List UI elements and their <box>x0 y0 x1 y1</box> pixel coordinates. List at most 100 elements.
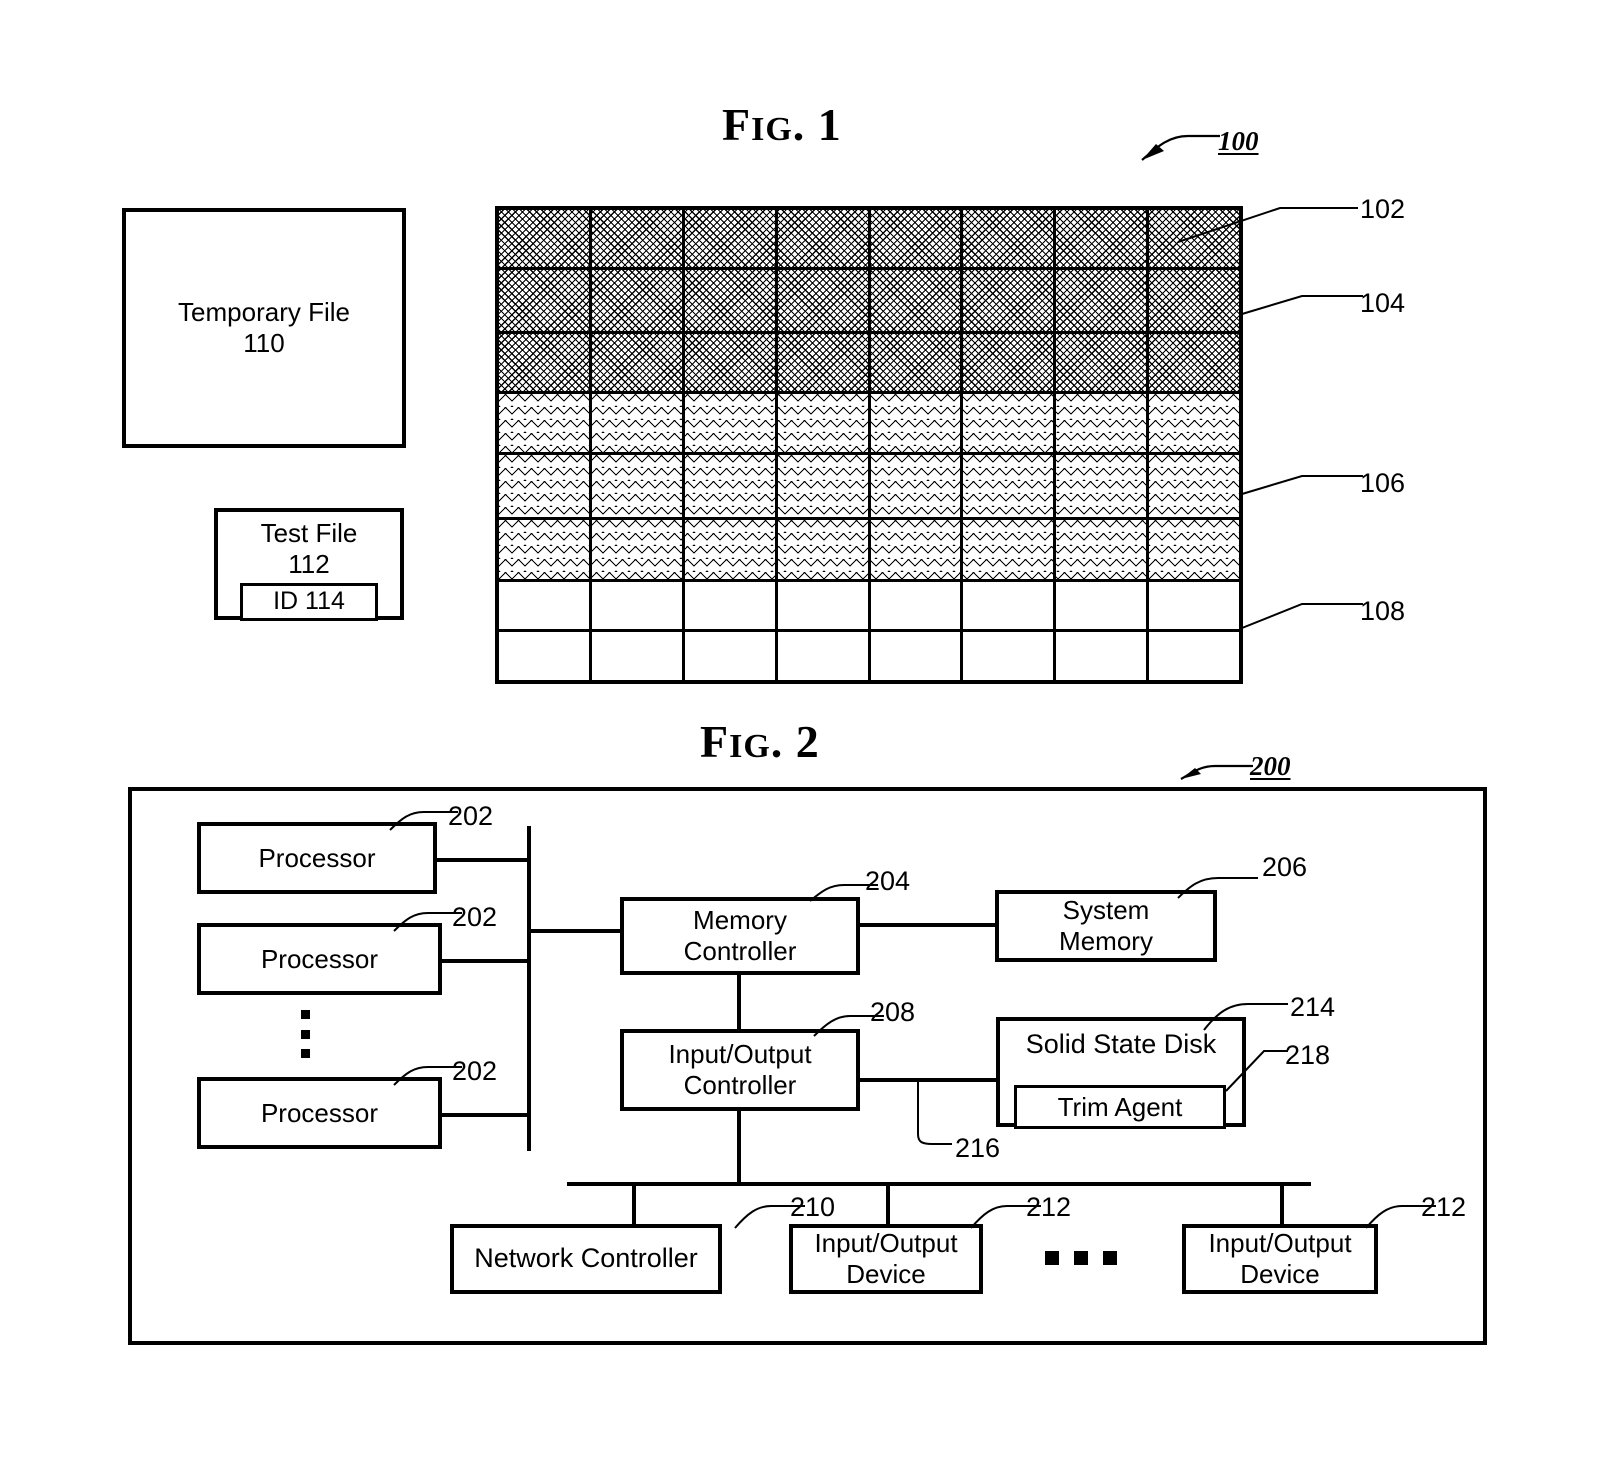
ref-212-left: 212 <box>1026 1192 1072 1222</box>
ref-108: 108 <box>1360 596 1406 626</box>
grid-cell <box>871 520 964 579</box>
grid-cell <box>963 334 1057 391</box>
grid-cell <box>778 455 871 517</box>
processor-ellipsis <box>300 1010 310 1058</box>
ref-104: 104 <box>1360 288 1406 318</box>
grid-cell <box>1149 455 1239 517</box>
grid-cell <box>963 394 1057 452</box>
test-file-id-box: ID 114 <box>240 583 378 621</box>
grid-row <box>499 455 1239 520</box>
ref-202-1: 202 <box>448 801 494 831</box>
grid-cell <box>1149 394 1239 452</box>
grid-cell <box>499 632 592 680</box>
bus-drop-io-device-right <box>1280 1182 1284 1226</box>
processor-link-1 <box>437 858 529 862</box>
io-device-box-right: Input/Output Device <box>1182 1224 1378 1294</box>
grid-cell <box>963 210 1057 267</box>
ref-210: 210 <box>790 1192 836 1222</box>
ref-104-leader <box>1241 295 1363 315</box>
grid-cell <box>1149 632 1239 680</box>
grid-cell <box>1056 632 1150 680</box>
trim-agent-box: Trim Agent <box>1014 1085 1226 1129</box>
grid-cell <box>778 334 871 391</box>
grid-cell <box>778 394 871 452</box>
grid-cell <box>592 334 685 391</box>
grid-cell <box>871 394 964 452</box>
grid-cell <box>685 334 778 391</box>
grid-cell <box>592 455 685 517</box>
ref-106: 106 <box>1360 468 1406 498</box>
memory-to-io-controller-link <box>737 973 741 1031</box>
ref-102-leader <box>1177 207 1358 243</box>
grid-cell <box>499 394 592 452</box>
grid-cell <box>963 270 1057 331</box>
grid-cell <box>499 455 592 517</box>
ref-216: 216 <box>955 1133 1001 1163</box>
memory-controller-label-1: Memory <box>693 905 787 936</box>
figure-1-caption: FIG. 1 <box>722 99 842 150</box>
test-file-ref: 112 <box>288 548 330 579</box>
figure-1-number-leader <box>1141 134 1220 161</box>
io-controller-label-1: Input/Output <box>668 1039 812 1070</box>
bus-to-memory-controller <box>527 929 622 933</box>
grid-cell <box>778 582 871 629</box>
grid-cell <box>685 394 778 452</box>
memory-controller-to-system-memory-link <box>858 923 998 927</box>
io-device-ellipsis <box>1045 1250 1117 1266</box>
grid-cell <box>592 210 685 267</box>
grid-cell <box>963 582 1057 629</box>
grid-cell <box>685 632 778 680</box>
grid-cell <box>963 632 1057 680</box>
grid-cell <box>1056 394 1150 452</box>
patent-drawing-sheet: FIG. 1 100 Temporary File 110 Test File … <box>0 0 1618 1468</box>
io-device-box-left: Input/Output Device <box>789 1224 983 1294</box>
grid-row <box>499 270 1239 334</box>
io-controller-to-peripheral-bus-link <box>737 1109 741 1184</box>
memory-controller-label-2: Controller <box>683 936 797 966</box>
grid-cell <box>871 455 964 517</box>
grid-cell <box>592 520 685 579</box>
io-device-right-label-1: Input/Output <box>1208 1228 1352 1259</box>
temporary-file-label: Temporary File <box>178 297 350 328</box>
ref-206: 206 <box>1262 852 1308 882</box>
ref-218-leader <box>1225 1050 1288 1092</box>
test-file-label: Test File <box>260 518 358 548</box>
grid-cell <box>778 632 871 680</box>
grid-cell <box>871 210 964 267</box>
grid-cell <box>871 582 964 629</box>
grid-cell <box>1149 334 1239 391</box>
grid-cell <box>1149 520 1239 579</box>
ref-204: 204 <box>865 866 911 896</box>
io-device-left-label-1: Input/Output <box>814 1228 958 1259</box>
ref-202-3: 202 <box>452 1056 498 1086</box>
io-device-left-label-2: Device <box>846 1259 926 1289</box>
grid-cell <box>871 632 964 680</box>
figure-2-number-leader <box>1180 764 1253 780</box>
ref-218: 218 <box>1285 1040 1331 1070</box>
grid-cell <box>499 334 592 391</box>
grid-cell <box>1149 270 1239 331</box>
grid-cell <box>963 520 1057 579</box>
grid-cell <box>499 582 592 629</box>
system-memory-label-1: System <box>1062 895 1150 926</box>
grid-cell <box>1056 210 1150 267</box>
ref-106-leader <box>1241 475 1363 495</box>
memory-block-grid <box>495 206 1243 684</box>
grid-cell <box>592 632 685 680</box>
ref-214-leader <box>1203 1003 1288 1031</box>
ref-206-leader <box>1177 877 1258 899</box>
network-controller-box: Network Controller <box>450 1224 722 1294</box>
grid-cell <box>778 270 871 331</box>
grid-cell <box>499 270 592 331</box>
grid-row <box>499 394 1239 455</box>
grid-cell <box>778 520 871 579</box>
grid-cell <box>685 455 778 517</box>
grid-cell <box>685 270 778 331</box>
ref-214: 214 <box>1290 992 1336 1022</box>
grid-cell <box>685 582 778 629</box>
grid-cell <box>592 582 685 629</box>
ref-202-2: 202 <box>452 902 498 932</box>
grid-row <box>499 582 1239 632</box>
io-device-right-label-2: Device <box>1240 1259 1320 1289</box>
grid-cell <box>871 270 964 331</box>
